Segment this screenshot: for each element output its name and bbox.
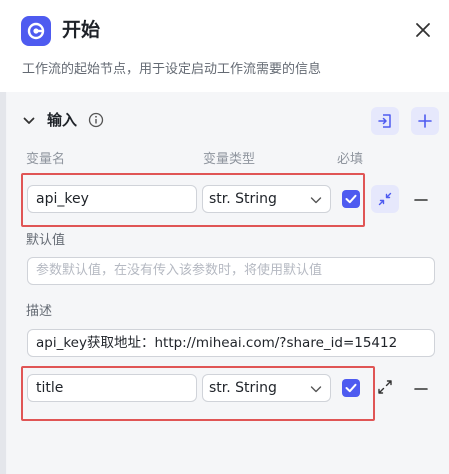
add-variable-button[interactable] <box>411 107 439 135</box>
section-title-input: 输入 <box>47 111 78 129</box>
panel-title: 开始 <box>62 19 101 41</box>
collapse-row-button[interactable] <box>371 185 399 213</box>
import-button[interactable] <box>371 107 399 135</box>
chevron-down-icon[interactable] <box>22 113 36 127</box>
close-button[interactable] <box>412 19 434 41</box>
description-input[interactable]: api_key获取地址：http://miheai.com/?share_id=… <box>27 329 435 357</box>
highlight-box-row-1 <box>21 173 365 227</box>
info-icon[interactable] <box>88 112 104 128</box>
panel-description: 工作流的起始节点，用于设定启动工作流需要的信息 <box>22 62 322 77</box>
close-icon <box>416 23 430 37</box>
highlight-box-row-2 <box>21 366 375 421</box>
default-value-input[interactable]: 参数默认值，在没有传入该参数时，将使用默认值 <box>27 257 435 285</box>
column-header-type: 变量类型 <box>203 152 256 167</box>
start-node-panel: 开始 工作流的起始节点，用于设定启动工作流需要的信息 输入 变量名 变量类型 必… <box>0 0 449 474</box>
description-label: 描述 <box>26 304 53 319</box>
panel-header: 开始 工作流的起始节点，用于设定启动工作流需要的信息 <box>0 0 449 92</box>
minus-icon <box>414 199 428 201</box>
expand-row-button[interactable] <box>377 379 393 395</box>
remove-variable-button[interactable] <box>414 192 428 206</box>
plus-icon <box>418 114 432 128</box>
default-value-label: 默认值 <box>26 233 66 248</box>
panel-divider <box>0 92 6 474</box>
collapse-icon <box>378 192 392 206</box>
expand-icon <box>378 380 392 394</box>
column-header-required: 必填 <box>337 152 364 167</box>
start-node-icon <box>21 16 51 46</box>
remove-variable-button[interactable] <box>414 381 428 395</box>
column-header-name: 变量名 <box>26 152 66 167</box>
minus-icon <box>414 388 428 390</box>
import-icon <box>378 114 391 128</box>
